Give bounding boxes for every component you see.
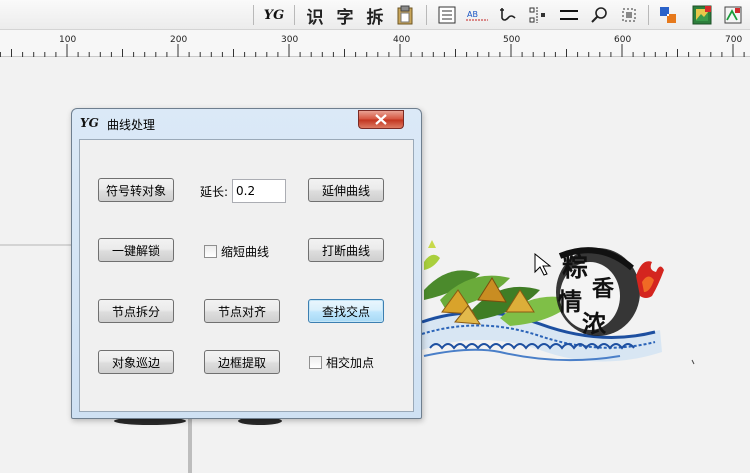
ruler-label: 300 [281,35,298,45]
close-icon [375,114,387,125]
char-font-button[interactable]: 字 [333,3,357,28]
bitmap-trace-icon[interactable] [722,3,744,27]
ruler-label: 100 [59,35,76,45]
close-button[interactable] [358,110,404,129]
shorten-curve-checkbox[interactable]: 缩短曲线 [204,243,269,260]
yg-logo-button[interactable]: YG [262,3,286,27]
add-intersection-points-checkbox[interactable]: 相交加点 [309,354,374,371]
toolbar-separator [253,5,254,25]
list-icon[interactable] [436,3,458,27]
wave-curve-icon[interactable] [497,3,519,27]
color-swap-icon[interactable] [657,3,679,27]
dialog-body: 符号转对象 延长: 0.2 延伸曲线 一键解锁 缩短曲线 打断曲线 节点拆分 节… [79,139,414,412]
clipboard-icon[interactable] [394,3,416,27]
extend-curve-button[interactable]: 延伸曲线 [308,178,384,202]
one-click-unlock-button[interactable]: 一键解锁 [98,238,174,262]
find-replace-icon[interactable] [588,3,610,27]
add-intersection-points-label: 相交加点 [326,356,375,370]
image-frame-icon[interactable] [691,3,713,27]
dialog-title: 曲线处理 [107,118,156,132]
ruler-label: 500 [503,35,520,45]
find-intersection-button[interactable]: 查找交点 [308,299,384,323]
char-split-button[interactable]: 拆 [363,3,387,28]
dialog-titlebar[interactable]: YG 曲线处理 [72,109,421,139]
toolbar-separator [426,5,427,25]
ab-text-icon[interactable]: AB [464,3,490,27]
extend-length-input[interactable]: 0.2 [232,179,286,203]
toolbar-separator [294,5,295,25]
object-trace-edge-button[interactable]: 对象巡边 [98,350,174,374]
break-curve-button[interactable]: 打断曲线 [308,238,384,262]
toolbar-separator [648,5,649,25]
ruler-label: 400 [393,35,410,45]
checkbox-box[interactable] [309,356,322,369]
node-align-icon[interactable] [527,3,549,27]
dialog-logo: YG [80,116,99,130]
char-recognize-button[interactable]: 识 [303,3,327,28]
ruler-label: 600 [614,35,631,45]
horizontal-lines-icon[interactable] [557,3,581,27]
top-toolbar: YG 识 字 拆 AB [0,0,750,30]
ruler-label: 700 [725,35,742,45]
shorten-curve-label: 缩短曲线 [221,245,270,259]
symbol-to-object-button[interactable]: 符号转对象 [98,178,174,202]
extend-length-label: 延长: [200,185,229,199]
checkbox-box[interactable] [204,245,217,258]
node-align-button[interactable]: 节点对齐 [204,299,280,323]
curve-processing-dialog: YG 曲线处理 符号转对象 延长: 0.2 延伸曲线 一键解锁 缩短曲线 打断曲… [71,108,422,419]
extract-frame-button[interactable]: 边框提取 [204,350,280,374]
ruler-scale: 100 200 300 400 500 600 700 [0,35,745,57]
select-box-icon[interactable] [618,3,640,27]
ruler-label: 200 [170,35,187,45]
node-split-button[interactable]: 节点拆分 [98,299,174,323]
mouse-cursor-icon [534,253,552,276]
svg-text:AB: AB [467,10,478,19]
horizontal-ruler[interactable]: 100 200 300 400 500 600 700 [0,30,750,57]
